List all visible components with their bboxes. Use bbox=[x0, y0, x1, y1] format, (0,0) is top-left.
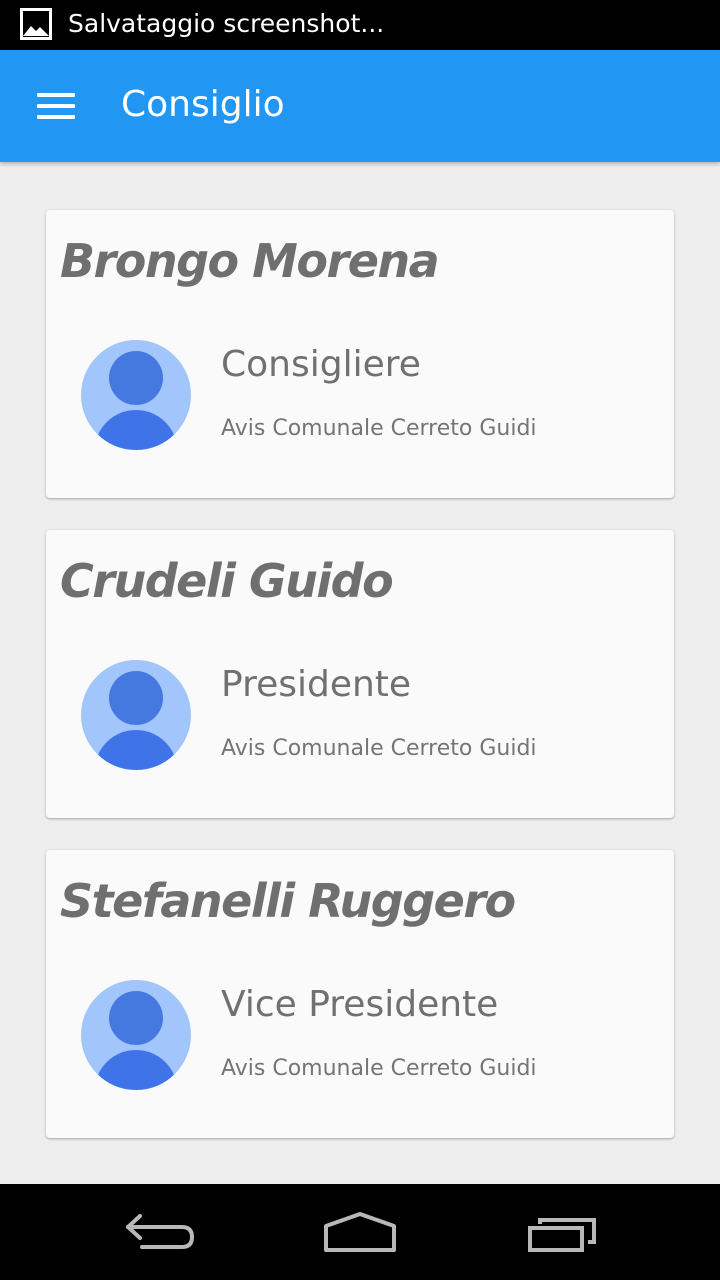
member-card[interactable]: Crudeli Guido Presidente Avis Comunale C… bbox=[46, 530, 674, 818]
menu-icon[interactable] bbox=[28, 86, 84, 126]
home-icon[interactable] bbox=[310, 1204, 410, 1260]
member-role: Vice Presidente bbox=[221, 984, 499, 1025]
navigation-bar bbox=[0, 1184, 720, 1280]
member-organization: Avis Comunale Cerreto Guidi bbox=[221, 736, 537, 761]
member-role: Consigliere bbox=[221, 344, 421, 385]
member-organization: Avis Comunale Cerreto Guidi bbox=[221, 416, 537, 441]
member-name: Brongo Morena bbox=[60, 234, 440, 288]
back-icon[interactable] bbox=[110, 1204, 210, 1260]
member-list: Brongo Morena Consigliere Avis Comunale … bbox=[0, 162, 720, 1184]
member-card[interactable]: Stefanelli Ruggero Vice Presidente Avis … bbox=[46, 850, 674, 1138]
member-role: Presidente bbox=[221, 664, 412, 705]
status-notification-text: Salvataggio screenshot... bbox=[68, 9, 385, 38]
status-bar: Salvataggio screenshot... bbox=[0, 0, 720, 50]
member-organization: Avis Comunale Cerreto Guidi bbox=[221, 1056, 537, 1081]
person-avatar-icon bbox=[81, 980, 191, 1090]
recent-apps-icon[interactable] bbox=[512, 1204, 612, 1260]
member-name: Crudeli Guido bbox=[60, 554, 394, 608]
image-icon bbox=[20, 8, 52, 40]
app-bar: Consiglio bbox=[0, 50, 720, 162]
person-avatar-icon bbox=[81, 340, 191, 450]
member-card[interactable]: Brongo Morena Consigliere Avis Comunale … bbox=[46, 210, 674, 498]
person-avatar-icon bbox=[81, 660, 191, 770]
member-name: Stefanelli Ruggero bbox=[60, 874, 516, 928]
page-title: Consiglio bbox=[121, 84, 285, 125]
